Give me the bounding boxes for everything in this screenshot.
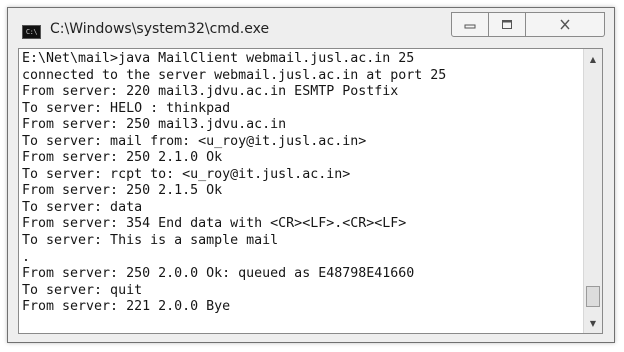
scrollbar-thumb[interactable] xyxy=(586,286,600,307)
console-line: From server: 250 mail3.jdvu.ac.in xyxy=(22,117,287,133)
minimize-icon xyxy=(464,24,476,28)
close-icon xyxy=(560,19,570,30)
console-line: To server: HELO : thinkpad xyxy=(22,100,231,116)
window-controls xyxy=(451,12,605,37)
scroll-up-arrow-icon: ▲ xyxy=(589,54,597,64)
scroll-up-button[interactable]: ▲ xyxy=(584,50,602,68)
scroll-down-button[interactable]: ▼ xyxy=(584,314,602,332)
cmd-window: C:\ C:\Windows\system32\cmd.exe E:\Net\m… xyxy=(7,7,615,343)
console-line: To server: mail from: <u_roy@it.jusl.ac.… xyxy=(22,133,367,149)
window-title: C:\Windows\system32\cmd.exe xyxy=(50,21,270,37)
cmd-icon[interactable]: C:\ xyxy=(22,25,41,39)
console-line: To server: data xyxy=(22,199,143,215)
maximize-button[interactable] xyxy=(489,12,526,37)
close-button[interactable] xyxy=(526,12,605,37)
vertical-scrollbar[interactable]: ▲ ▼ xyxy=(583,49,602,333)
console-line: From server: 220 mail3.jdvu.ac.in ESMTP … xyxy=(22,84,399,100)
maximize-icon xyxy=(502,20,512,29)
title-bar[interactable]: C:\ C:\Windows\system32\cmd.exe xyxy=(8,8,614,48)
console-line: E:\Net\mail>java MailClient webmail.jusl… xyxy=(22,51,415,66)
scroll-down-arrow-icon: ▼ xyxy=(589,318,597,328)
console-line: connected to the server webmail.jusl.ac.… xyxy=(22,67,447,83)
console-output[interactable]: E:\Net\mail>java MailClient webmail.jusl… xyxy=(18,48,603,334)
console-line: To server: quit xyxy=(22,282,143,298)
minimize-button[interactable] xyxy=(451,12,489,37)
console-line: From server: 250 2.0.0 Ok: queued as E48… xyxy=(22,266,415,282)
console-line: From server: 354 End data with <CR><LF>.… xyxy=(22,216,407,232)
console-line: To server: This is a sample mail xyxy=(22,233,279,249)
console-line: From server: 221 2.0.0 Bye xyxy=(22,299,231,315)
console-line: From server: 250 2.1.0 Ok xyxy=(22,150,223,166)
console-line: From server: 250 2.1.5 Ok xyxy=(22,183,223,199)
console-text: E:\Net\mail>java MailClient webmail.jusl… xyxy=(22,51,446,316)
console-line: . xyxy=(22,249,31,265)
console-line: To server: rcpt to: <u_roy@it.jusl.ac.in… xyxy=(22,166,351,182)
